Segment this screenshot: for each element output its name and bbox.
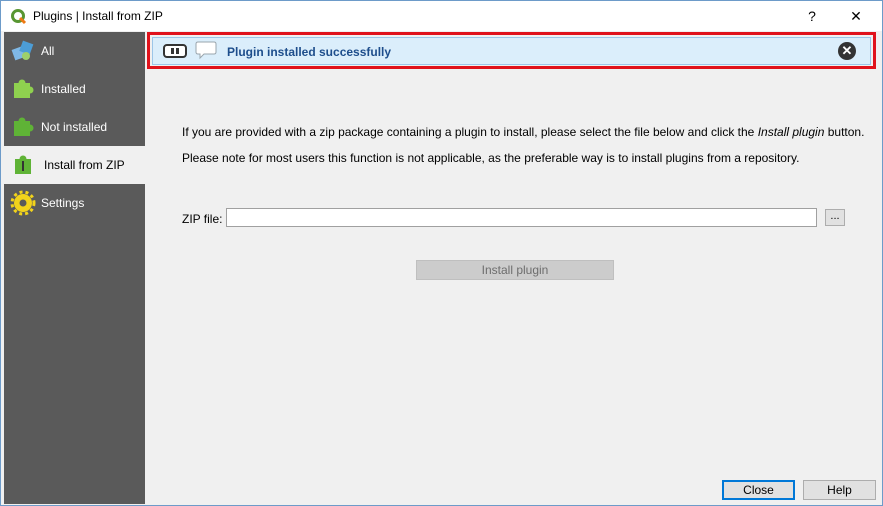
pause-icon[interactable] [163, 44, 187, 58]
sidebar-item-installed[interactable]: Installed [4, 70, 145, 108]
sidebar-item-label: Installed [41, 82, 86, 96]
dismiss-message-button[interactable]: ✕ [838, 42, 856, 60]
zip-file-label: ZIP file: [182, 212, 223, 226]
zip-puzzle-icon [15, 155, 31, 174]
sidebar-item-label: All [41, 44, 55, 58]
help-title-button[interactable]: ? [797, 5, 827, 27]
sidebar-item-label: Settings [41, 196, 85, 210]
message-bar: Plugin installed successfully ✕ [152, 37, 871, 65]
message-text: Plugin installed successfully [227, 45, 392, 59]
close-button[interactable]: Close [722, 480, 795, 500]
note-text: Please note for most users this function… [182, 151, 800, 165]
sidebar-item-label: Not installed [41, 120, 108, 134]
speech-bubble-icon [195, 41, 217, 60]
sidebar-item-install-from-zip[interactable]: Install from ZIP [4, 146, 145, 184]
sidebar-item-label: Install from ZIP [44, 158, 125, 172]
help-button[interactable]: Help [803, 480, 876, 500]
green-puzzle-icon [14, 79, 34, 98]
plugins-dialog: Plugins | Install from ZIP ? ✕ All Insta… [0, 0, 883, 506]
install-plugin-button[interactable]: Install plugin [416, 260, 614, 280]
window-title: Plugins | Install from ZIP [33, 9, 163, 23]
zip-file-input[interactable] [226, 208, 817, 227]
gear-icon [10, 190, 36, 216]
browse-button[interactable]: ... [825, 209, 845, 226]
close-title-button[interactable]: ✕ [841, 5, 871, 27]
sidebar-item-settings[interactable]: Settings [4, 184, 145, 222]
title-bar: Plugins | Install from ZIP ? ✕ [1, 1, 882, 31]
sidebar: All Installed Not installed Install from… [4, 32, 145, 504]
sidebar-item-not-installed[interactable]: Not installed [4, 108, 145, 146]
puzzle-pieces-icon [11, 40, 34, 61]
sidebar-item-all[interactable]: All [4, 32, 145, 70]
green-puzzle-icon [14, 117, 34, 136]
instructions-text: If you are provided with a zip package c… [182, 125, 865, 139]
qgis-logo-icon [11, 9, 27, 25]
